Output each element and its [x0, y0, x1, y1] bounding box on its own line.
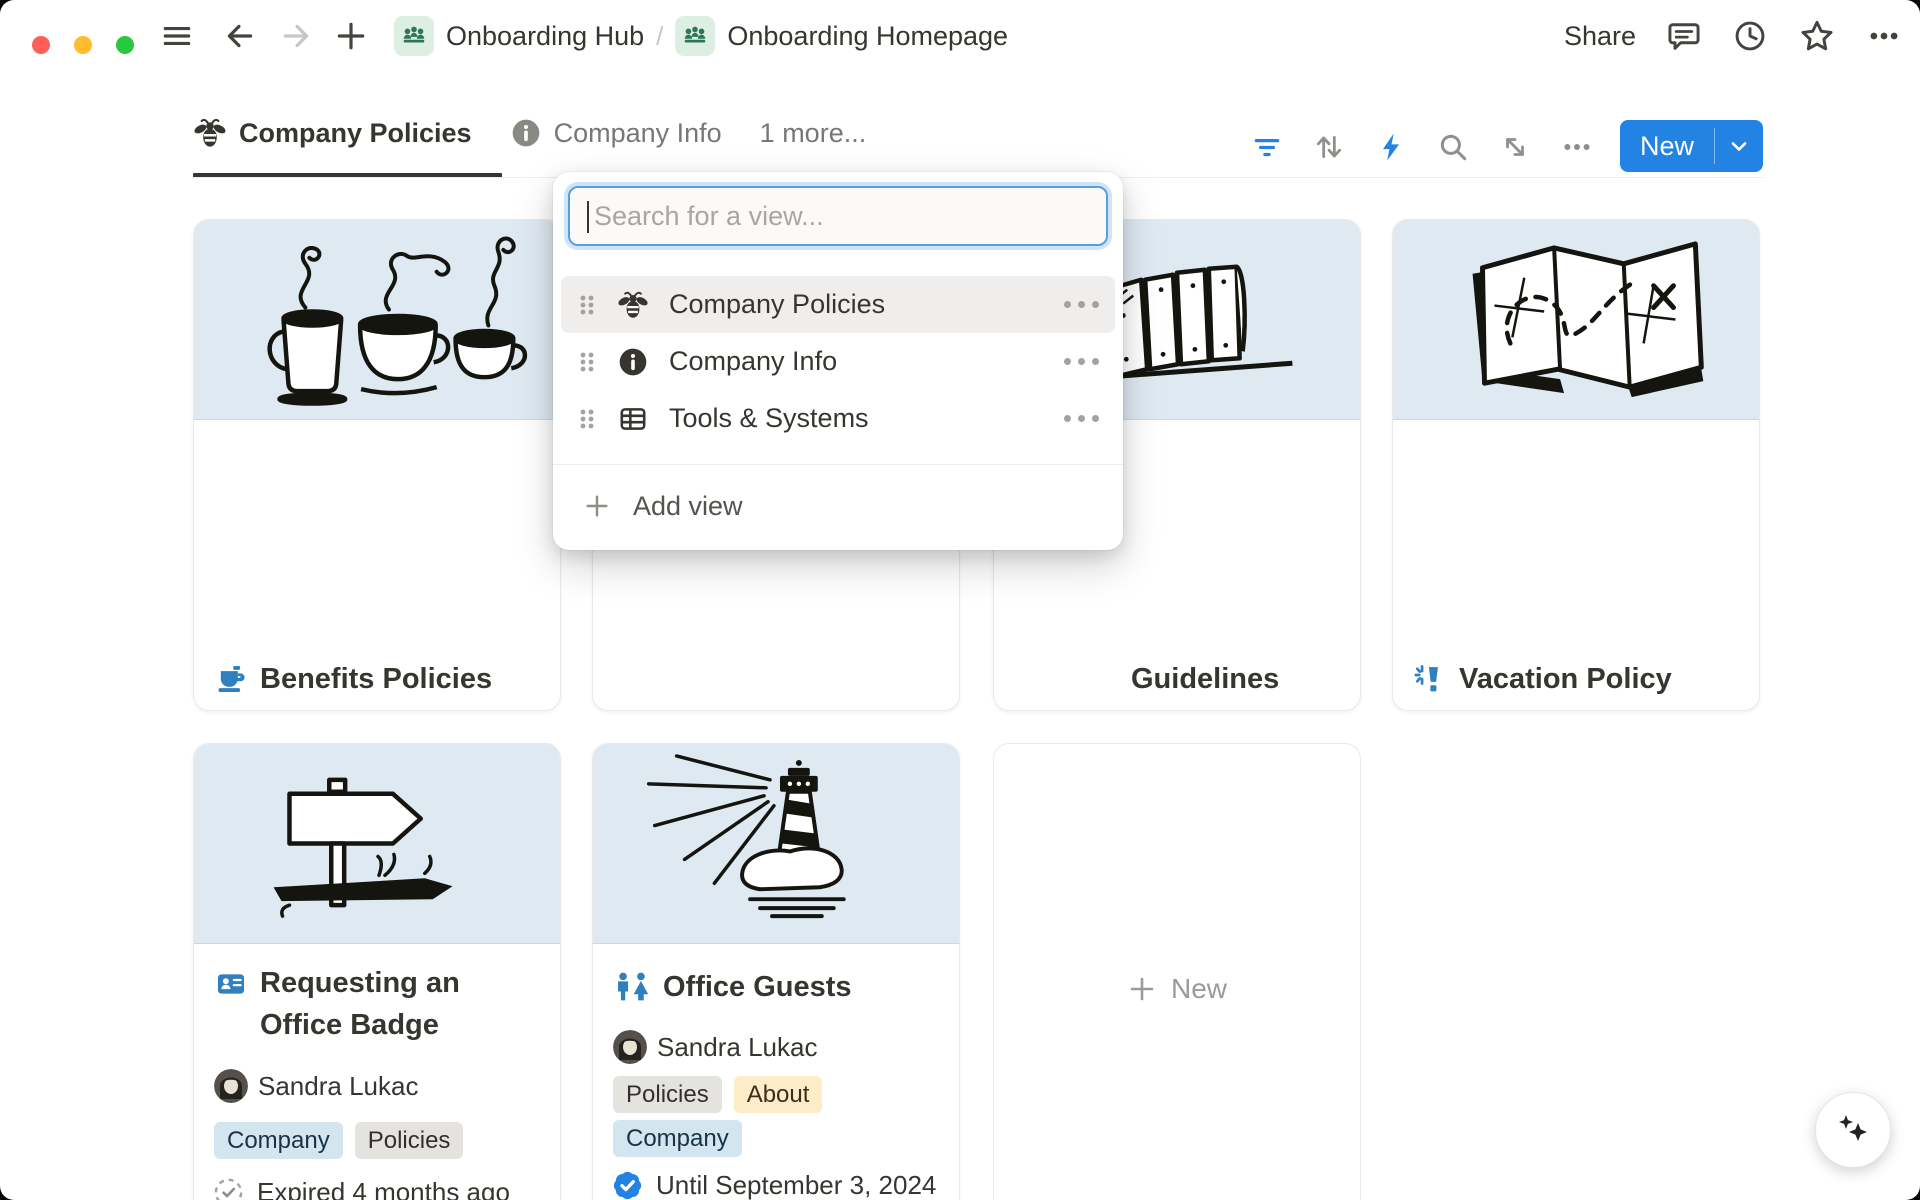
info-icon [510, 117, 542, 149]
tab-company-policies[interactable]: Company Policies [193, 116, 472, 150]
more-icon[interactable] [1866, 18, 1902, 54]
drag-handle-icon[interactable] [577, 347, 597, 377]
search-icon[interactable] [1431, 128, 1475, 166]
card-cover-coffee-mugs-illustration [194, 220, 560, 420]
desktop-background: Onboarding Hub / Onboarding Homepage Sha… [0, 0, 1920, 1200]
card-cover-signpost-illustration [194, 744, 560, 944]
table-icon [617, 403, 649, 435]
view-option-more-icon[interactable] [1064, 301, 1099, 308]
filter-icon[interactable] [1245, 128, 1289, 166]
sidebar-menu-icon[interactable] [160, 19, 194, 53]
verified-badge-icon [611, 1169, 644, 1200]
dropdown-divider [553, 464, 1123, 465]
tag-policies: Policies [355, 1122, 464, 1159]
share-button[interactable]: Share [1564, 21, 1636, 52]
new-button-chevron-down-icon[interactable] [1715, 120, 1763, 172]
breadcrumb-item[interactable]: Onboarding Homepage [727, 21, 1008, 52]
add-view-label: Add view [633, 491, 743, 522]
person-name: Sandra Lukac [258, 1071, 418, 1102]
view-option-label: Company Info [669, 346, 1044, 377]
favorite-star-icon[interactable] [1798, 17, 1836, 55]
tag-policies: Policies [613, 1076, 722, 1113]
forward-icon [278, 19, 314, 53]
back-icon[interactable] [222, 19, 258, 53]
view-search-field[interactable] [568, 186, 1108, 246]
card-benefits-policies[interactable]: Benefits Policies Sandra Lukac Ana Ha Po… [193, 219, 561, 711]
plus-icon [583, 492, 611, 520]
history-icon[interactable] [1732, 18, 1768, 54]
workspace-people-icon[interactable] [675, 16, 715, 56]
two-people-icon [613, 970, 651, 1004]
comments-icon[interactable] [1666, 18, 1702, 54]
notion-window: Onboarding Hub / Onboarding Homepage Sha… [0, 0, 1920, 1200]
tab-label: Company Info [554, 118, 722, 149]
drag-handle-icon[interactable] [577, 290, 597, 320]
view-option-company-policies[interactable]: Company Policies [561, 276, 1115, 333]
add-view-button[interactable]: Add view [561, 477, 1115, 535]
dashed-check-icon [212, 1176, 245, 1200]
view-option-more-icon[interactable] [1064, 358, 1099, 365]
new-button[interactable]: New [1620, 120, 1763, 172]
new-button-label[interactable]: New [1620, 120, 1714, 172]
bee-icon [617, 289, 649, 321]
view-switcher-dropdown: Company Policies Company Info Tools & Sy… [553, 172, 1123, 550]
id-badge-icon [214, 967, 248, 1001]
workspace-people-icon[interactable] [394, 16, 434, 56]
tab-company-info[interactable]: Company Info [510, 117, 722, 149]
sun-exclamation-icon [1413, 662, 1447, 696]
tab-label: Company Policies [239, 118, 472, 149]
drag-handle-icon[interactable] [577, 404, 597, 434]
card-cover-map-illustration [1393, 220, 1759, 420]
card-title: Guidelines [1131, 658, 1279, 700]
expand-view-icon[interactable] [1493, 128, 1537, 166]
tag-company: Company [214, 1122, 343, 1159]
zoom-window-button[interactable] [116, 36, 134, 54]
bee-icon [193, 116, 227, 150]
close-window-button[interactable] [32, 36, 50, 54]
card-office-guests[interactable]: Office Guests Sandra Lukac Policies Abou… [592, 743, 960, 1200]
breadcrumb-item[interactable]: Onboarding Hub [446, 21, 644, 52]
minimize-window-button[interactable] [74, 36, 92, 54]
new-page-card[interactable]: New [993, 743, 1361, 1200]
card-requesting-office-badge[interactable]: Requesting an Office Badge Sandra Lukac … [193, 743, 561, 1200]
card-vacation-policy[interactable]: Vacation Policy Sandra Lukac Ana Hau Pol… [1392, 219, 1760, 711]
card-title: Vacation Policy [1459, 658, 1672, 700]
avatar-sandra [613, 1030, 647, 1064]
view-option-label: Tools & Systems [669, 403, 1044, 434]
tag-company: Company [613, 1120, 742, 1157]
card-title: Office Guests [663, 966, 852, 1008]
card-cover-lighthouse-illustration [593, 744, 959, 944]
automations-icon[interactable] [1369, 128, 1413, 166]
view-option-label: Company Policies [669, 289, 1044, 320]
tab-more-views[interactable]: 1 more... [760, 118, 867, 149]
breadcrumb-separator: / [656, 21, 663, 52]
status-text: Expired 4 months ago [257, 1177, 510, 1200]
tag-about: About [734, 1076, 823, 1113]
view-option-company-info[interactable]: Company Info [561, 333, 1115, 390]
person-name: Sandra Lukac [657, 1032, 817, 1063]
plus-icon [1127, 974, 1157, 1004]
sort-icon[interactable] [1307, 128, 1351, 166]
notion-ai-button[interactable] [1815, 1092, 1891, 1168]
view-option-more-icon[interactable] [1064, 415, 1099, 422]
view-option-tools-systems[interactable]: Tools & Systems [561, 390, 1115, 447]
view-options-icon[interactable] [1555, 128, 1599, 166]
breadcrumb: Onboarding Hub / Onboarding Homepage [394, 16, 1008, 56]
card-title: Benefits Policies [260, 658, 492, 700]
view-search-input[interactable] [570, 188, 1106, 244]
avatar-sandra [214, 1069, 248, 1103]
status-text: Until September 3, 2024 [656, 1170, 936, 1200]
coffee-cup-icon [214, 662, 248, 696]
info-icon [617, 346, 649, 378]
new-page-label: New [1171, 973, 1227, 1005]
new-tab-icon[interactable] [334, 19, 368, 53]
sparkles-icon [1833, 1110, 1873, 1150]
card-title: Requesting an Office Badge [260, 962, 490, 1046]
